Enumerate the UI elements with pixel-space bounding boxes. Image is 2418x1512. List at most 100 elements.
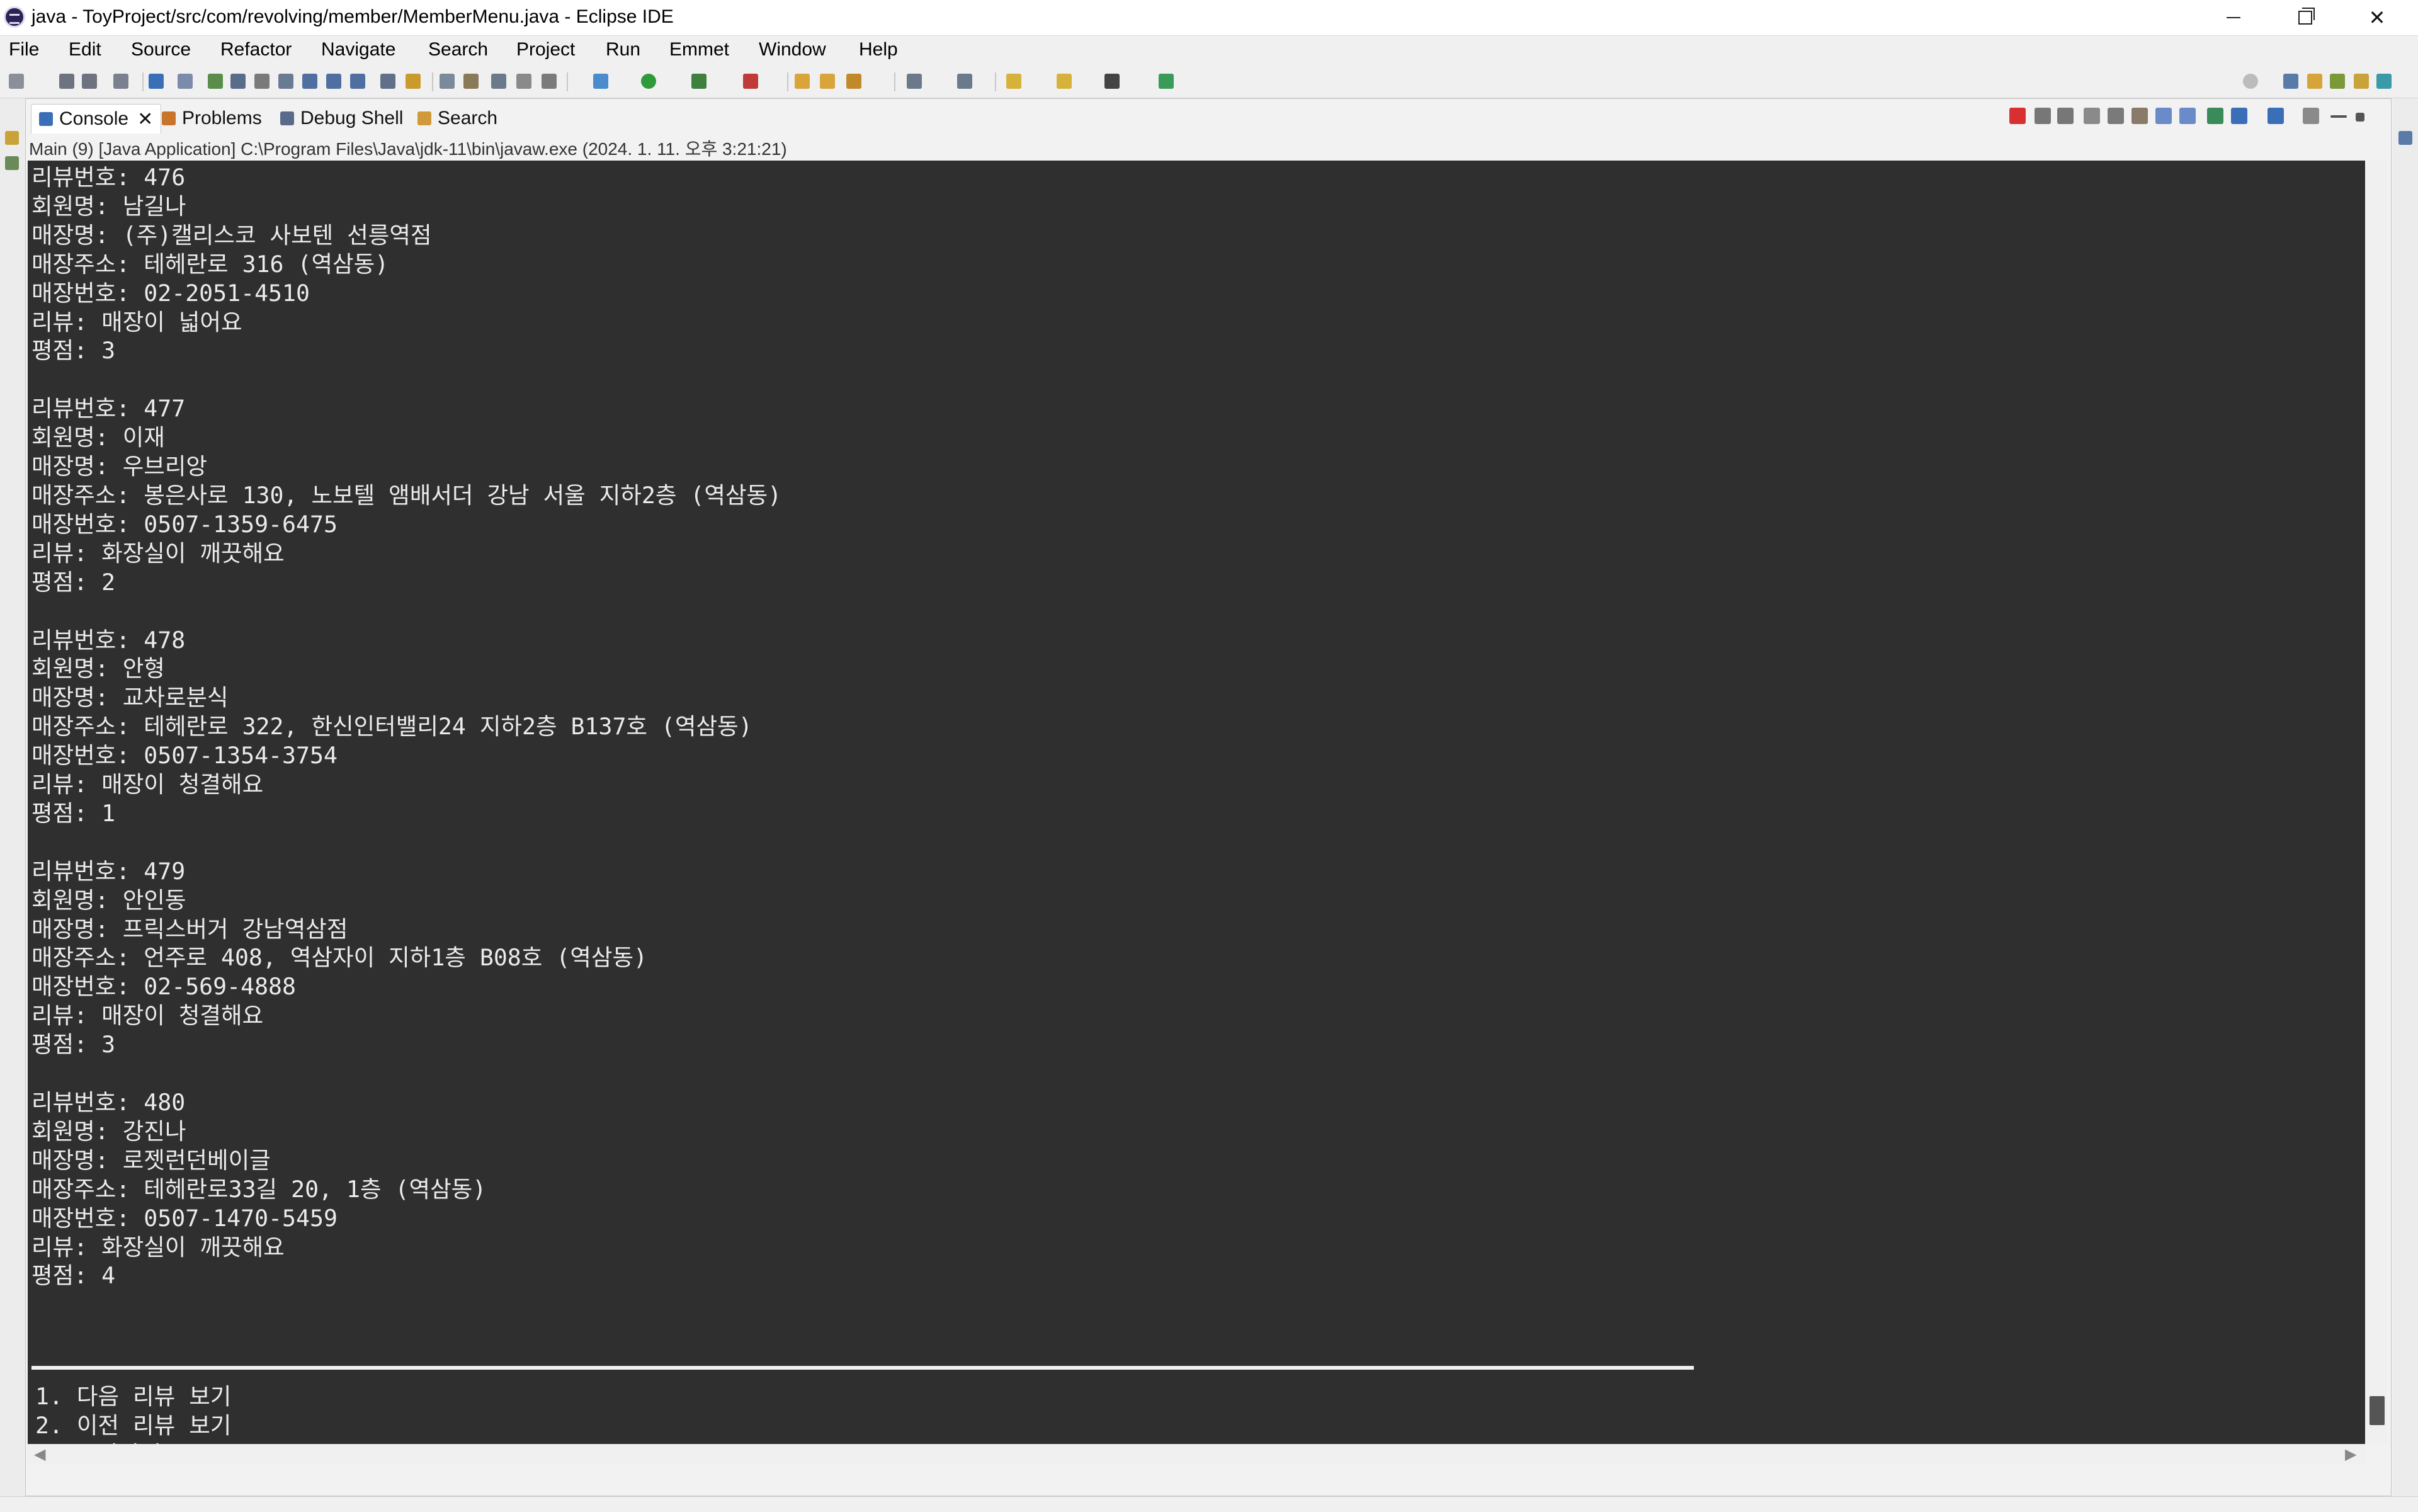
new-icon[interactable] bbox=[9, 74, 24, 89]
vertical-scroll-thumb[interactable] bbox=[2370, 1396, 2385, 1425]
next-annotation-icon[interactable] bbox=[1006, 74, 1021, 89]
menu-navigate[interactable]: Navigate bbox=[321, 39, 395, 60]
close-icon: ✕ bbox=[2368, 6, 2386, 29]
clear-console-icon[interactable] bbox=[2084, 108, 2100, 124]
console-icon bbox=[39, 112, 53, 126]
close-icon[interactable]: ✕ bbox=[137, 108, 153, 130]
window-title: java - ToyProject/src/com/revolving/memb… bbox=[31, 6, 674, 27]
search-icon[interactable] bbox=[2243, 74, 2258, 89]
horizontal-scrollbar[interactable]: ◀ ▶ bbox=[28, 1444, 2365, 1464]
restore-icon bbox=[2298, 8, 2315, 25]
left-trim-stack bbox=[0, 98, 25, 1511]
terminal-icon[interactable] bbox=[149, 74, 164, 89]
save-all-icon[interactable] bbox=[82, 74, 97, 89]
tab-debug-shell[interactable]: Debug Shell bbox=[280, 104, 403, 133]
drop-frame-icon[interactable] bbox=[380, 74, 395, 89]
show-on-stdout-icon[interactable] bbox=[2155, 108, 2172, 124]
tab-search-label: Search bbox=[438, 108, 498, 128]
open-perspective-icon[interactable] bbox=[2283, 74, 2298, 89]
new-package-icon[interactable] bbox=[820, 74, 835, 89]
word-wrap-icon[interactable] bbox=[2131, 108, 2148, 124]
title-bar: java - ToyProject/src/com/revolving/memb… bbox=[0, 0, 2418, 36]
right-trim-stack bbox=[2393, 98, 2418, 1511]
save-icon[interactable] bbox=[59, 74, 74, 89]
remove-all-terminated-icon[interactable] bbox=[2057, 108, 2074, 124]
close-button[interactable]: ✕ bbox=[2341, 0, 2413, 35]
java-browsing-perspective-icon[interactable] bbox=[2376, 74, 2392, 89]
terminate-icon[interactable] bbox=[2009, 108, 2026, 124]
minimize-button[interactable] bbox=[2198, 0, 2269, 35]
tab-search[interactable]: Search bbox=[417, 104, 497, 133]
package-explorer-icon[interactable] bbox=[5, 131, 19, 145]
show-on-stderr-icon[interactable] bbox=[2179, 108, 2196, 124]
minimize-icon[interactable] bbox=[2330, 115, 2347, 118]
restore-button[interactable] bbox=[2269, 0, 2341, 35]
tab-console[interactable]: Console ✕ bbox=[31, 104, 162, 134]
step-return-icon[interactable] bbox=[350, 74, 365, 89]
new-class-icon[interactable] bbox=[846, 74, 861, 89]
tab-problems-label: Problems bbox=[182, 108, 262, 128]
java-ee-perspective-icon[interactable] bbox=[2307, 74, 2322, 89]
pin-console-icon[interactable] bbox=[2207, 108, 2223, 124]
paragraph-icon[interactable] bbox=[542, 74, 557, 89]
print-icon[interactable] bbox=[113, 74, 128, 89]
view-menu-icon[interactable] bbox=[2303, 108, 2319, 124]
scroll-lock-icon[interactable] bbox=[2108, 108, 2124, 124]
scroll-right-icon[interactable]: ▶ bbox=[2345, 1445, 2356, 1464]
status-bar bbox=[0, 1496, 2418, 1512]
eclipse-icon bbox=[4, 6, 25, 28]
menu-project[interactable]: Project bbox=[516, 39, 575, 60]
show-whitespace-icon[interactable] bbox=[516, 74, 531, 89]
view-tabs: Console ✕ Problems Debug Shell Search bbox=[26, 99, 2391, 138]
open-console-icon[interactable] bbox=[2268, 108, 2284, 124]
debug-perspective-icon[interactable] bbox=[2330, 74, 2345, 89]
menu-window[interactable]: Window bbox=[759, 39, 826, 60]
menu-edit[interactable]: Edit bbox=[69, 39, 101, 60]
skip-breakpoints-icon[interactable] bbox=[178, 74, 193, 89]
step-into-icon[interactable] bbox=[302, 74, 317, 89]
menu-search[interactable]: Search bbox=[428, 39, 488, 60]
debug-shell-icon bbox=[280, 111, 294, 125]
menu-refactor[interactable]: Refactor bbox=[220, 39, 292, 60]
open-console-icon[interactable] bbox=[1159, 74, 1174, 89]
outline-icon[interactable] bbox=[5, 156, 19, 170]
menu-file[interactable]: File bbox=[9, 39, 39, 60]
word-wrap-icon[interactable] bbox=[491, 74, 506, 89]
open-task-icon[interactable] bbox=[957, 74, 972, 89]
resume-icon[interactable] bbox=[208, 74, 223, 89]
scroll-left-icon[interactable]: ◀ bbox=[34, 1445, 45, 1464]
menu-run[interactable]: Run bbox=[606, 39, 640, 60]
use-step-filters-icon[interactable] bbox=[406, 74, 421, 89]
tab-problems[interactable]: Problems bbox=[162, 104, 262, 133]
disconnect-icon[interactable] bbox=[278, 74, 293, 89]
tab-console-label: Console bbox=[59, 108, 129, 129]
open-type-icon[interactable] bbox=[907, 74, 922, 89]
terminate-icon[interactable] bbox=[254, 74, 270, 89]
minimize-icon bbox=[2227, 17, 2240, 18]
toggle-mark-icon[interactable] bbox=[440, 74, 455, 89]
maximize-icon[interactable] bbox=[2356, 113, 2364, 122]
separator-line bbox=[31, 1366, 1694, 1370]
debug-icon[interactable] bbox=[593, 74, 608, 89]
block-selection-icon[interactable] bbox=[463, 74, 479, 89]
menu-emmet[interactable]: Emmet bbox=[669, 39, 729, 60]
task-list-icon[interactable] bbox=[2398, 131, 2412, 145]
new-java-project-icon[interactable] bbox=[795, 74, 810, 89]
menu-source[interactable]: Source bbox=[131, 39, 191, 60]
java-perspective-icon[interactable] bbox=[2354, 74, 2369, 89]
console-menu-prompt: 1. 다음 리뷰 보기 2. 이전 리뷰 보기 0. 돌아가기 번호 입력: bbox=[35, 1383, 232, 1444]
step-over-icon[interactable] bbox=[326, 74, 341, 89]
coverage-icon[interactable] bbox=[691, 74, 707, 89]
run-icon[interactable] bbox=[641, 74, 656, 89]
previous-annotation-icon[interactable] bbox=[1057, 74, 1072, 89]
external-tools-icon[interactable] bbox=[743, 74, 758, 89]
remove-launch-icon[interactable] bbox=[2035, 108, 2051, 124]
menu-help[interactable]: Help bbox=[859, 39, 898, 60]
problems-icon bbox=[162, 111, 176, 125]
forward-icon[interactable] bbox=[1104, 74, 1120, 89]
console-output-area[interactable]: 리뷰번호: 476 회원명: 남길나 매장명: (주)캘리스코 사보텐 선릉역점… bbox=[28, 161, 2365, 1444]
suspend-icon[interactable] bbox=[230, 74, 246, 89]
vertical-scrollbar[interactable] bbox=[2367, 161, 2387, 1444]
menu-bar: File Edit Source Refactor Navigate Searc… bbox=[0, 36, 2418, 66]
display-console-icon[interactable] bbox=[2231, 108, 2247, 124]
